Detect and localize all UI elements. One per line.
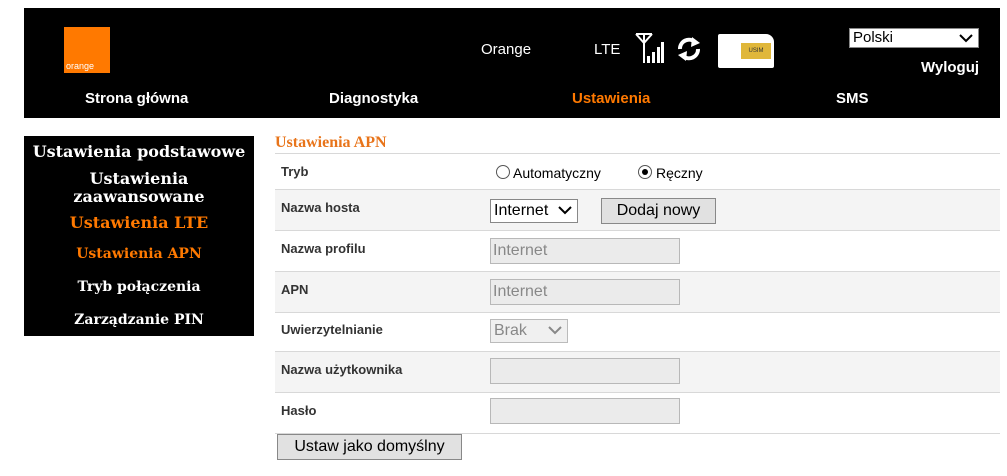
nav-sms[interactable]: SMS — [836, 90, 869, 107]
apn-row: APN Internet — [275, 272, 1000, 313]
profile-label: Nazwa profilu — [281, 241, 366, 256]
language-select[interactable]: Polski — [849, 28, 979, 48]
auth-label: Uwierzytelnianie — [281, 322, 383, 337]
sidebar-item-basic-settings[interactable]: Ustawienia podstawowe — [24, 143, 254, 161]
orange-logo: orange — [64, 27, 110, 73]
page-title: Ustawienia APN — [275, 134, 387, 151]
mode-row: Tryb Automatyczny Ręczny — [275, 154, 1000, 190]
nav-settings[interactable]: Ustawienia — [572, 90, 650, 107]
set-default-button[interactable]: Ustaw jako domyślny — [277, 434, 462, 460]
profile-name-input[interactable]: Internet — [490, 238, 680, 264]
password-row: Hasło — [275, 393, 1000, 434]
sim-chip: USIM — [741, 43, 771, 59]
username-row: Nazwa użytkownika — [275, 352, 1000, 393]
sidebar: Ustawienia podstawowe Ustawienia zaawans… — [24, 136, 254, 336]
header-bar: orange Orange LTE USIM Polski Wyloguj St… — [24, 8, 1000, 118]
mode-auto-radio[interactable] — [496, 165, 510, 179]
sidebar-item-apn-settings[interactable]: Ustawienia APN — [24, 246, 254, 262]
operator-name: Orange — [481, 41, 532, 58]
password-input[interactable] — [490, 398, 680, 424]
mode-manual-radio[interactable] — [638, 165, 652, 179]
auth-row: Uwierzytelnianie Brak — [275, 313, 1000, 352]
host-select[interactable]: Internet — [490, 199, 578, 223]
mode-label: Tryb — [281, 164, 309, 179]
password-label: Hasło — [281, 403, 317, 418]
signal-icon — [635, 33, 664, 63]
host-value: Internet — [494, 202, 549, 219]
chevron-down-icon — [558, 206, 572, 215]
mode-auto-label[interactable]: Automatyczny — [513, 165, 601, 181]
language-value: Polski — [853, 29, 894, 46]
nav-home[interactable]: Strona główna — [85, 90, 188, 107]
sidebar-item-lte-settings[interactable]: Ustawienia LTE — [24, 214, 254, 232]
add-new-button[interactable]: Dodaj nowy — [601, 198, 716, 224]
apn-input[interactable]: Internet — [490, 279, 680, 305]
nav-diagnostics[interactable]: Diagnostyka — [329, 90, 418, 107]
profile-row: Nazwa profilu Internet — [275, 231, 1000, 272]
network-type: LTE — [594, 41, 621, 58]
chevron-down-icon — [959, 34, 973, 43]
sidebar-item-connection-mode[interactable]: Tryb połączenia — [24, 279, 254, 295]
username-label: Nazwa użytkownika — [281, 362, 403, 377]
sidebar-item-advanced-settings[interactable]: Ustawienia zaawansowane — [49, 170, 229, 206]
sim-card-icon: USIM — [718, 34, 774, 68]
auth-select[interactable]: Brak — [490, 319, 568, 343]
chevron-down-icon — [548, 326, 562, 335]
mode-manual-label[interactable]: Ręczny — [656, 165, 703, 181]
refresh-icon[interactable] — [676, 36, 702, 62]
sidebar-item-pin-management[interactable]: Zarządzanie PIN — [24, 312, 254, 328]
auth-value: Brak — [494, 322, 527, 339]
apn-label: APN — [281, 282, 309, 297]
host-row: Nazwa hosta Internet Dodaj nowy — [275, 190, 1000, 231]
username-input[interactable] — [490, 358, 680, 384]
host-label: Nazwa hosta — [281, 200, 360, 215]
logout-link[interactable]: Wyloguj — [921, 59, 979, 76]
